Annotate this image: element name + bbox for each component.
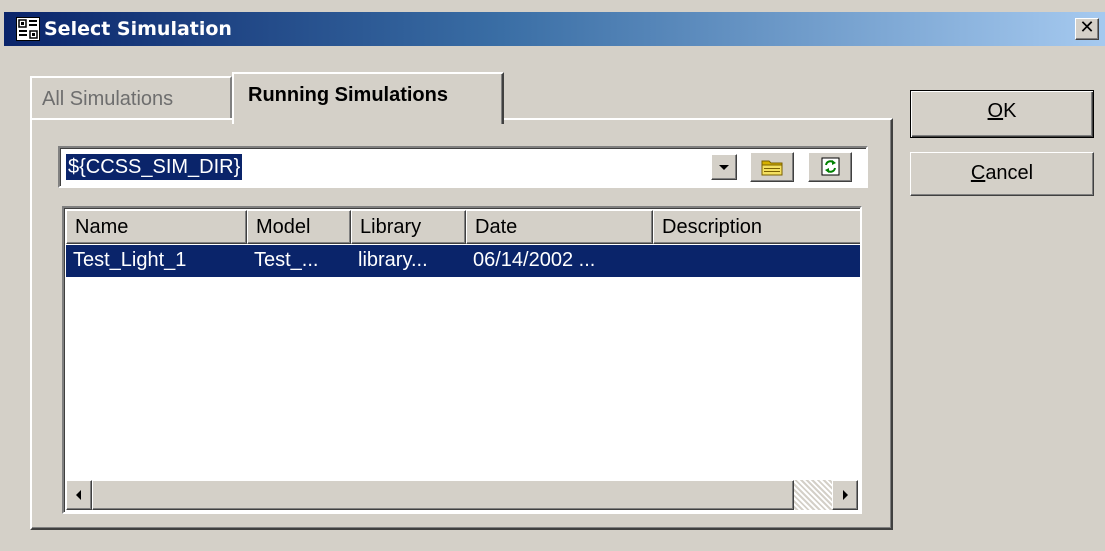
triangle-left-icon bbox=[76, 490, 81, 500]
triangle-right-icon bbox=[843, 490, 848, 500]
ok-label-rest: K bbox=[1003, 100, 1017, 122]
close-button[interactable]: ✕ bbox=[1075, 18, 1099, 40]
cell-library: library... bbox=[358, 249, 428, 271]
directory-dropdown-button[interactable] bbox=[711, 154, 737, 180]
window-title: Select Simulation bbox=[44, 18, 232, 40]
directory-combobox[interactable]: ${CCSS_SIM_DIR} bbox=[58, 146, 868, 188]
tab-all-simulations-label: All Simulations bbox=[42, 88, 174, 110]
column-header-model[interactable]: Model bbox=[247, 210, 351, 244]
ok-mnemonic: O bbox=[987, 100, 1004, 122]
cell-date: 06/14/2002 ... bbox=[473, 249, 596, 271]
close-icon: ✕ bbox=[1079, 17, 1095, 38]
horizontal-scrollbar[interactable] bbox=[66, 480, 858, 510]
triangle-down-icon bbox=[719, 165, 729, 170]
folder-icon bbox=[761, 160, 783, 176]
cell-model: Test_... bbox=[254, 249, 319, 271]
table-row[interactable]: Test_Light_1 Test_... library... 06/14/2… bbox=[66, 245, 860, 277]
column-header-name[interactable]: Name bbox=[66, 210, 247, 244]
refresh-icon bbox=[821, 157, 840, 176]
column-header-library[interactable]: Library bbox=[351, 210, 466, 244]
app-icon bbox=[16, 17, 40, 41]
scroll-left-button[interactable] bbox=[66, 480, 92, 510]
cancel-label-rest: ancel bbox=[985, 162, 1034, 184]
simulations-table[interactable]: Name Model Library Date Description Test… bbox=[62, 206, 862, 514]
tab-running-simulations-label: Running Simulations bbox=[248, 84, 448, 106]
ok-button[interactable]: OK bbox=[910, 90, 1094, 138]
cancel-mnemonic: C bbox=[970, 162, 986, 184]
browse-folder-button[interactable] bbox=[750, 152, 794, 182]
title-bar[interactable]: Select Simulation ✕ bbox=[4, 12, 1105, 46]
scroll-right-button[interactable] bbox=[832, 480, 858, 510]
table-header: Name Model Library Date Description bbox=[66, 210, 860, 244]
select-simulation-dialog: Select Simulation ✕ All Simulations Runn… bbox=[0, 0, 1105, 551]
column-header-date[interactable]: Date bbox=[466, 210, 653, 244]
scrollbar-thumb[interactable] bbox=[92, 480, 794, 510]
tab-running-simulations[interactable]: Running Simulations bbox=[232, 72, 504, 124]
column-header-description[interactable]: Description bbox=[653, 210, 860, 244]
directory-value[interactable]: ${CCSS_SIM_DIR} bbox=[66, 154, 243, 180]
tab-all-simulations[interactable]: All Simulations bbox=[30, 76, 232, 118]
cell-name: Test_Light_1 bbox=[73, 249, 187, 271]
cancel-button[interactable]: Cancel bbox=[910, 152, 1094, 196]
refresh-button[interactable] bbox=[808, 152, 852, 182]
